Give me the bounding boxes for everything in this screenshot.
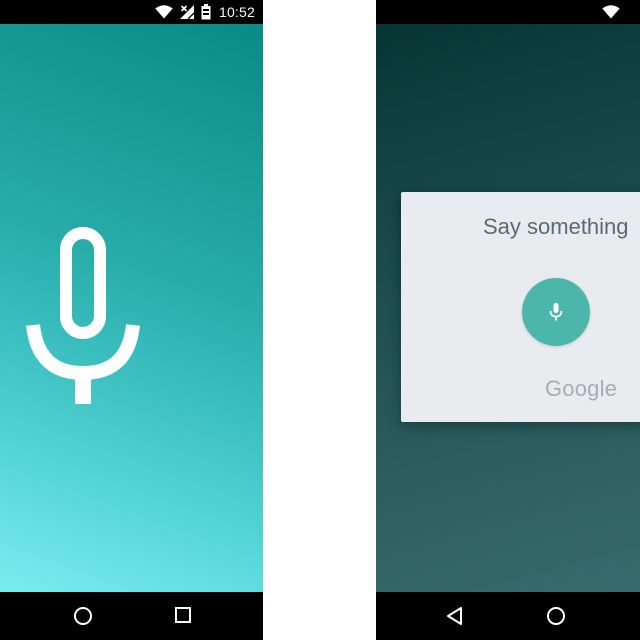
home-icon[interactable] bbox=[73, 606, 93, 626]
mic-button[interactable] bbox=[522, 278, 590, 346]
status-time: 10:52 bbox=[218, 4, 255, 20]
left-phone: 10:52 bbox=[0, 0, 263, 640]
microphone-icon bbox=[26, 227, 140, 404]
say-something-prompt: Say something bbox=[483, 214, 629, 239]
voice-search-dialog: Say something Google bbox=[401, 192, 640, 422]
cell-signal-no-service-icon bbox=[179, 5, 195, 20]
microphone-icon bbox=[549, 303, 563, 321]
home-icon[interactable] bbox=[546, 606, 566, 626]
status-bar: 10:52 bbox=[0, 0, 263, 24]
navigation-bar bbox=[376, 592, 640, 640]
navigation-bar bbox=[0, 592, 263, 640]
status-bar bbox=[376, 0, 640, 24]
right-phone: Say something Google bbox=[376, 0, 640, 640]
wifi-icon bbox=[602, 5, 620, 19]
status-icons: 10:52 bbox=[155, 0, 255, 24]
wifi-icon bbox=[155, 5, 173, 19]
google-logo: Google bbox=[545, 376, 618, 401]
back-icon[interactable] bbox=[446, 606, 464, 626]
voice-search-screen: Say something Google bbox=[376, 24, 640, 592]
recents-icon[interactable] bbox=[174, 606, 192, 624]
voice-splash-screen bbox=[0, 24, 263, 592]
battery-icon bbox=[201, 4, 211, 20]
